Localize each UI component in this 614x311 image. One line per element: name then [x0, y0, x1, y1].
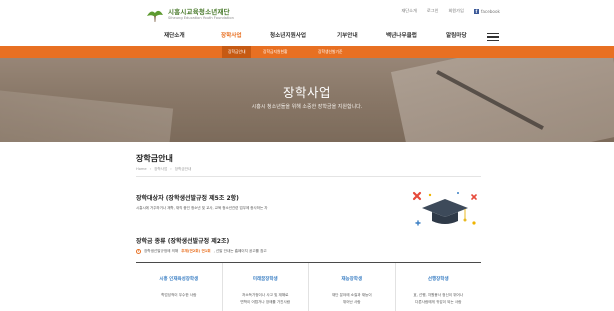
page-title: 장학금안내 [136, 154, 173, 163]
nav-item-donation[interactable]: 기부안내 [337, 31, 358, 39]
logo-subtitle: Siheung Education Youth Foundation [168, 15, 234, 20]
facebook-label: facebook [480, 8, 500, 14]
nav-item-youth-support[interactable]: 청소년지원사업 [270, 31, 306, 39]
hero-subtitle: 시흥시 청소년들을 위해 소중한 장학금을 지원합니다. [251, 104, 363, 110]
scholarship-column: 미래꿈장학생 저소득가정이나 사고 및 재해로 면학이 어렵거나 장애를 가진사… [223, 263, 309, 311]
logo-title: 시흥시교육청소년재단 [168, 8, 230, 17]
site-logo[interactable]: 시흥시교육청소년재단 Siheung Education Youth Found… [146, 4, 234, 26]
scholarship-desc: 뛰어난 사람 [342, 300, 361, 304]
scholarship-desc: 저소득가정이나 사고 및 재해로 [242, 293, 289, 297]
scholarship-desc: 학업성적이 우수한 사람 [161, 293, 197, 297]
sub-nav: 장학금안내 장학금지원현황 장학생선발기준 [0, 46, 614, 58]
nav-item-notice[interactable]: 알림마당 [446, 31, 467, 39]
utility-menu: 재단소개 로그인 회원가입 f facebook [401, 8, 500, 14]
breadcrumb-home[interactable]: Home [136, 167, 147, 172]
subnav-item-status[interactable]: 장학금지원현황 [263, 46, 287, 58]
note-prefix: 장학생선발규정에 의해 [144, 249, 179, 253]
menu-icon[interactable] [487, 33, 499, 42]
section-eligibility-text: 시흥시에 거주하거나 재학, 재직 중인 청소년 및 교사, 교육 청소년관련 … [136, 206, 268, 210]
nav-item-scholarship[interactable]: 장학사업 [221, 31, 242, 39]
scholarship-column: 시흥 인재육성장학생 학업성적이 우수한 사람 [136, 263, 223, 311]
graduation-cap-illustration [412, 191, 477, 226]
scholarship-desc: 다른사람에게 귀감이 되는 사람 [415, 300, 462, 304]
scholarship-column: 재능장학생 재단 분야에 소질과 재능이 뛰어난 사람 [309, 263, 396, 311]
scholarship-types-table: 시흥 인재육성장학생 학업성적이 우수한 사람 미래꿈장학생 저소득가정이나 사… [136, 262, 481, 311]
scholarship-name: 시흥 인재육성장학생 [159, 277, 199, 282]
util-link-login[interactable]: 로그인 [427, 8, 439, 14]
util-link-join[interactable]: 회원가입 [448, 8, 463, 14]
subnav-item-guide[interactable]: 장학금안내 [222, 46, 252, 58]
scholarship-name: 재능장학생 [341, 277, 363, 282]
hero-title: 장학사업 [282, 85, 331, 100]
nav-item-foundation[interactable]: 재단소개 [164, 31, 185, 39]
breadcrumb: Home › 장학사업 › 장학금안내 [136, 167, 192, 172]
facebook-link[interactable]: f facebook [473, 8, 500, 14]
subnav-item-criteria[interactable]: 장학생선발기준 [318, 46, 342, 58]
scholarship-name: 미래꿈장학생 [252, 277, 278, 282]
info-icon: ! [136, 249, 141, 254]
scholarship-desc: 면학이 어렵거나 장애를 가진사람 [240, 300, 291, 304]
facebook-icon: f [473, 8, 479, 14]
breadcrumb-current: 장학금안내 [174, 167, 192, 171]
section-types-title: 장학금 종류 (장학생선발규정 제2조) [136, 238, 230, 245]
note-suffix: , 선발 안내는 홈페이지 공고를 참고 [213, 249, 267, 253]
scholarship-name: 선행장학생 [427, 277, 449, 282]
scholarship-column: 선행장학생 효, 선행, 자원봉사 정신이 뛰어나 다른사람에게 귀감이 되는 … [396, 263, 482, 311]
section-types-note: ! 장학생선발규정에 의해 추계(연2회) 연1회 , 선발 안내는 홈페이지 … [136, 249, 267, 254]
tree-logo-icon [147, 10, 163, 22]
scholarship-desc: 재단 분야에 소질과 재능이 [331, 293, 372, 297]
note-highlight: 추계(연2회) 연1회 [181, 249, 211, 253]
divider [136, 176, 481, 177]
nav-item-club[interactable]: 백년나무클럽 [386, 31, 417, 39]
breadcrumb-section[interactable]: 장학사업 [154, 167, 167, 172]
site-header: 시흥시교육청소년재단 Siheung Education Youth Found… [0, 0, 614, 46]
scholarship-desc: 효, 선행, 자원봉사 정신이 뛰어나 [413, 293, 464, 297]
util-link-about[interactable]: 재단소개 [401, 8, 416, 14]
section-eligibility-title: 장학대상자 (장학생선발규정 제5조 2항) [136, 195, 239, 202]
hero-banner: 장학사업 시흥시 청소년들을 위해 소중한 장학금을 지원합니다. [0, 58, 614, 142]
